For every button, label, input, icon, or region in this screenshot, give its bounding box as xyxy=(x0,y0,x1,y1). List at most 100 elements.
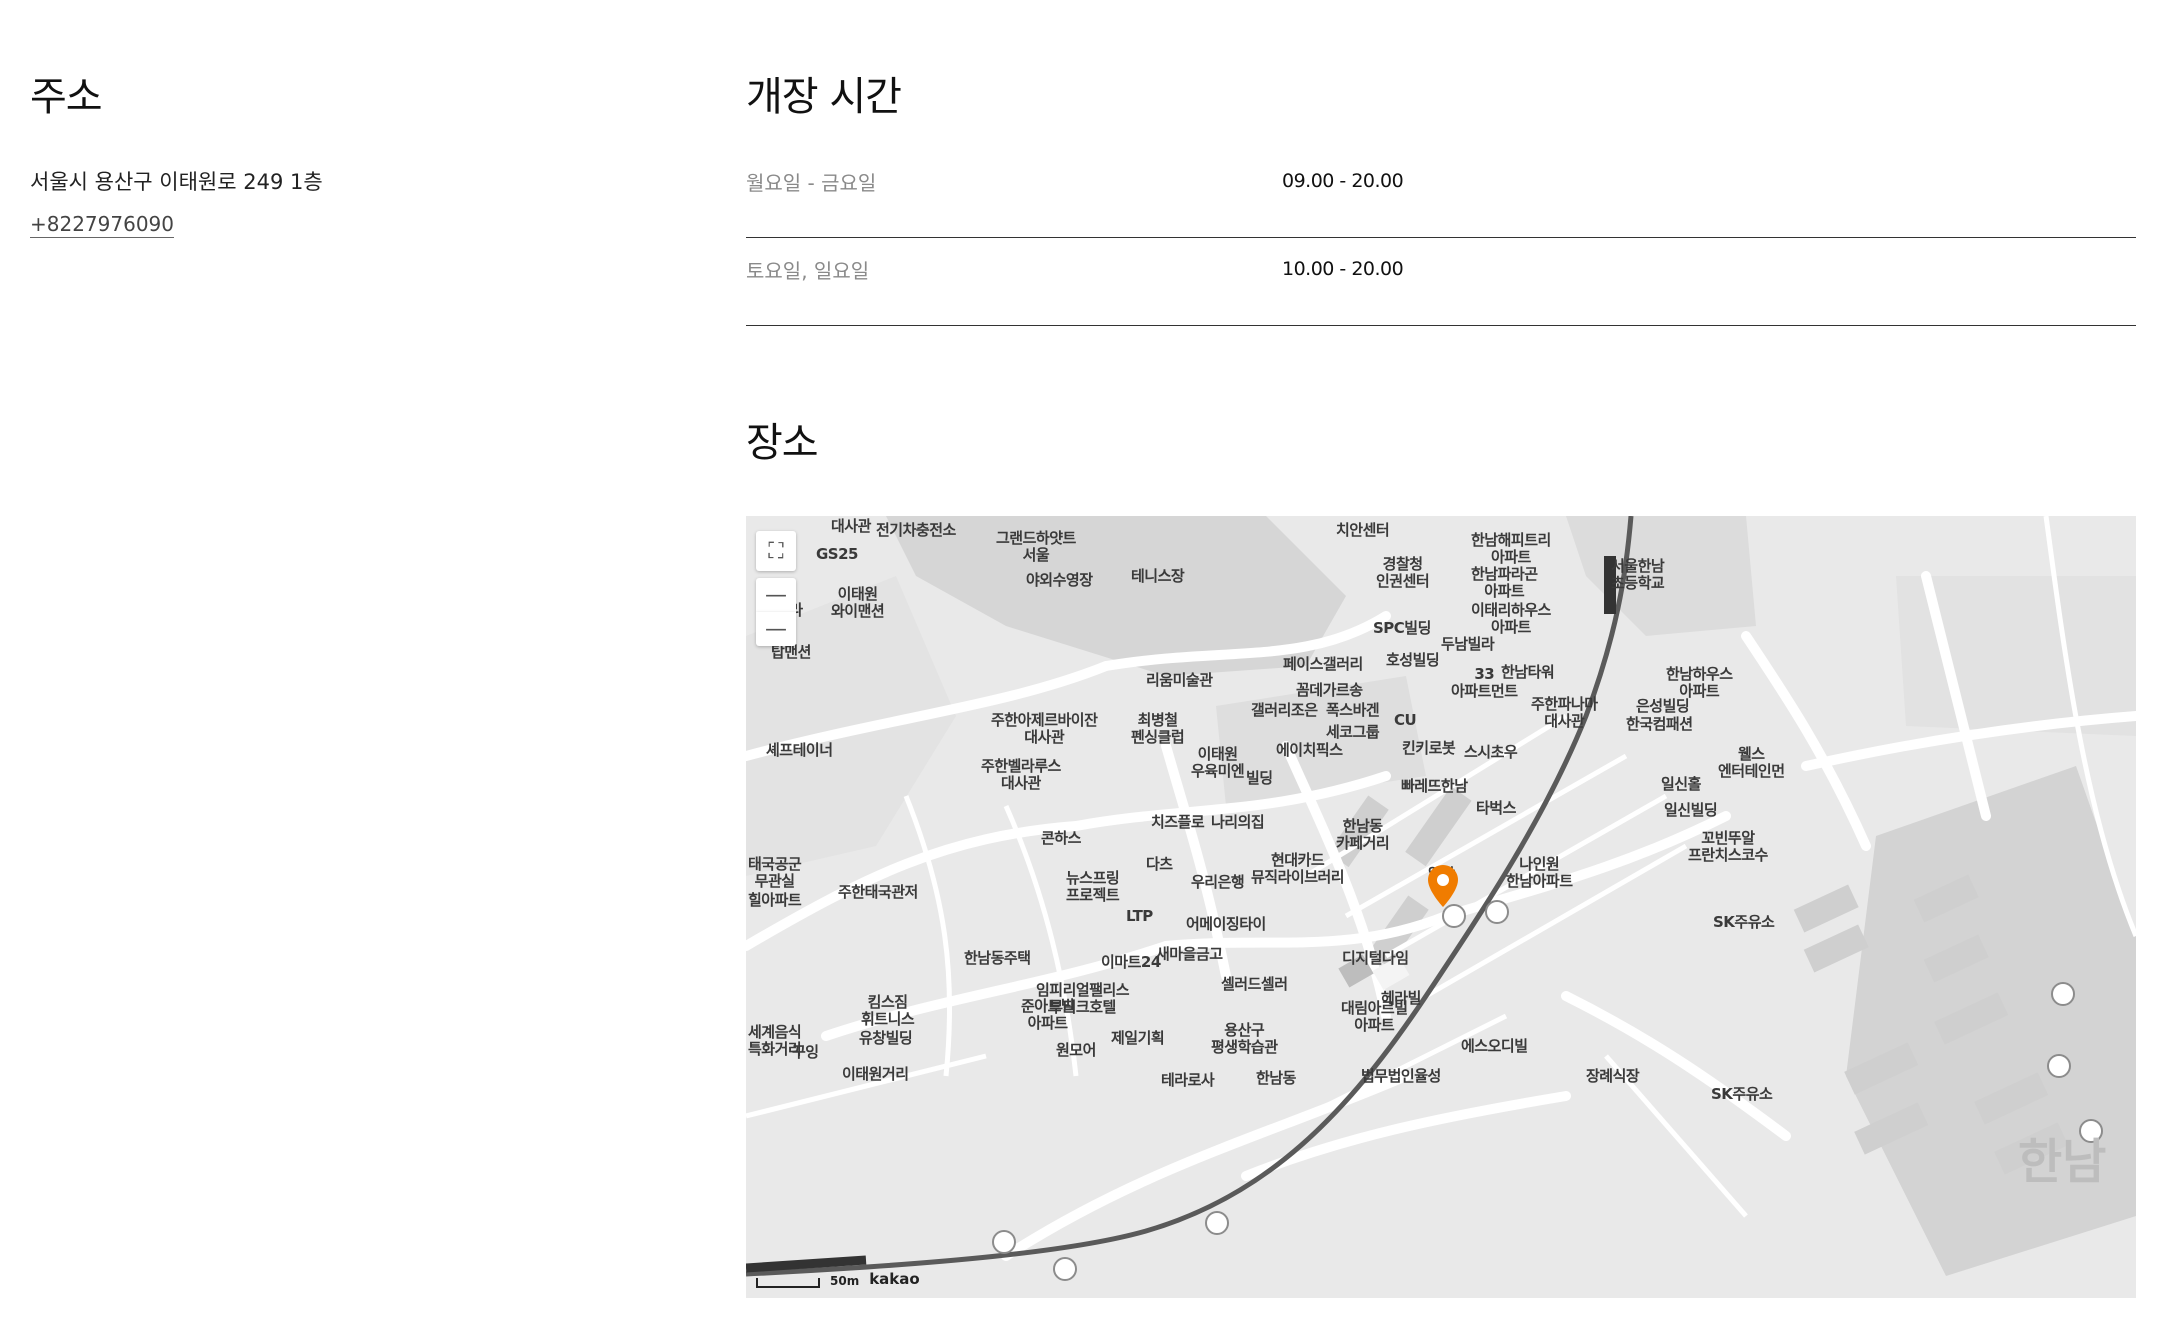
map-place-label: 이마트24 xyxy=(1101,953,1161,971)
map-place-label: 대사관 xyxy=(831,517,871,535)
map-place-label: 빠레뜨한남 xyxy=(1401,777,1468,795)
map-place-label: 한남동주택 xyxy=(964,949,1031,967)
map-scale: 50m kakao xyxy=(756,1270,920,1288)
map-place-label: LTP xyxy=(1126,907,1153,925)
map-place-label: 셀러드셀러 xyxy=(1221,975,1288,993)
map-place-label: 탑맨션 xyxy=(771,643,811,661)
zoom-out-button[interactable]: — xyxy=(756,612,796,646)
map-place-label: 타벅스 xyxy=(1476,799,1516,817)
map-place-label: 꾸잉 xyxy=(792,1043,819,1061)
map-place-label: 치즈플로 xyxy=(1151,813,1205,831)
map-place-label: 주한벨라루스 대사관 xyxy=(981,757,1061,792)
map-place-label: 한남해피트리 아파트 xyxy=(1471,531,1551,566)
address-title: 주소 xyxy=(30,74,103,120)
fullscreen-icon: ⛶ xyxy=(768,538,784,564)
map-place-label: 헤라빌 xyxy=(1381,989,1421,1007)
opening-hours-title: 개장 시간 xyxy=(746,74,902,120)
map-place-label: 서울한남 초등학교 xyxy=(1611,557,1665,592)
map-place-label: 치안센터 xyxy=(1336,521,1390,539)
place-title: 장소 xyxy=(746,420,819,466)
map-place-label: 폭스바겐 xyxy=(1326,701,1380,719)
map-place-label: 힐아파트 xyxy=(748,891,802,909)
map-place-label: 원모어 xyxy=(1056,1041,1096,1059)
location-marker-icon[interactable] xyxy=(1426,863,1460,909)
map-place-label: 유창빌딩 xyxy=(859,1029,913,1047)
map-place-label: 장례식장 xyxy=(1586,1067,1640,1085)
map-place-label: 웰스 엔터테인먼 xyxy=(1718,745,1785,780)
map-place-label: 테라로사 xyxy=(1161,1071,1215,1089)
map-place-label: 나리의집 xyxy=(1211,813,1265,831)
map-place-label: 테니스장 xyxy=(1131,567,1185,585)
map-place-label: 주한아제르바이잔 대사관 xyxy=(991,711,1098,746)
address-text: 서울시 용산구 이태원로 249 1층 xyxy=(30,170,323,194)
map-place-label: 호성빌딩 xyxy=(1386,651,1440,669)
map-place-label: 꼼데가르송 xyxy=(1296,681,1363,699)
map-place-label: 이태리하우스 아파트 xyxy=(1471,601,1551,636)
hours-day-label: 토요일, 일요일 xyxy=(746,259,870,283)
map-place-label: GS25 xyxy=(816,545,859,563)
map-place-label: SK주유소 xyxy=(1713,913,1775,931)
map-place-label: 일신홀 xyxy=(1661,775,1701,793)
map-place-label: 두남빌라 xyxy=(1441,635,1495,653)
zoom-out-icon: — xyxy=(765,616,787,642)
map-area-label: 한남 xyxy=(2018,1134,2107,1190)
hours-time-value: 09.00 - 20.00 xyxy=(1282,170,1404,192)
map-place-label: 은성빌딩 xyxy=(1636,697,1690,715)
map-place-label: 이태원거리 xyxy=(842,1065,909,1083)
fullscreen-button[interactable]: ⛶ xyxy=(756,531,796,571)
opening-hours-table: 월요일 - 금요일 09.00 - 20.00 토요일, 일요일 10.00 -… xyxy=(746,150,2136,326)
map-place-label: 준아트빌 아파트 xyxy=(1021,997,1075,1032)
hours-row-weekend: 토요일, 일요일 10.00 - 20.00 xyxy=(746,238,2136,326)
map-place-label: 한남동 카페거리 xyxy=(1336,817,1390,852)
map-place-label: 경찰청 인권센터 xyxy=(1376,555,1430,590)
map-place-label: 법무법인율성 xyxy=(1361,1067,1441,1085)
map-place-label: 주한파나마 대사관 xyxy=(1531,695,1598,730)
map-place-label: 한남하우스 아파트 xyxy=(1666,665,1733,700)
hours-row-weekday: 월요일 - 금요일 09.00 - 20.00 xyxy=(746,150,2136,238)
map-place-label: 한남동 xyxy=(1256,1069,1296,1087)
kakao-logo: kakao xyxy=(869,1270,920,1288)
map-place-label: 스시초우 xyxy=(1464,743,1518,761)
map-place-label: 꼬빈뚜알 프란치스코수 xyxy=(1688,829,1768,864)
map-place-label: CU xyxy=(1394,711,1417,729)
map-place-label: 제일기획 xyxy=(1111,1029,1165,1047)
map-place-label: 에이치픽스 xyxy=(1276,741,1343,759)
hours-day-label: 월요일 - 금요일 xyxy=(746,171,877,195)
map-place-label: 새마을금고 xyxy=(1156,945,1223,963)
map-place-label: 빌딩 xyxy=(1246,769,1273,787)
map-place-label: 콘하스 xyxy=(1041,829,1081,847)
map-place-label: SPC빌딩 xyxy=(1373,619,1431,637)
map-place-label: 용산구 평생학습관 xyxy=(1211,1021,1278,1056)
map-place-label: 셰프테이너 xyxy=(766,741,833,759)
scale-text: 50m xyxy=(830,1274,860,1288)
map-place-label: 세코그룹 xyxy=(1326,723,1380,741)
location-map[interactable]: 대사관전기차충전소그랜드하얏트서울야외수영장테니스장GS25이태원와이맨션CJ빌… xyxy=(746,516,2136,1298)
map-place-label: 이태원 우육미엔 xyxy=(1191,745,1245,780)
map-place-label: 디지털다임 xyxy=(1342,949,1409,967)
map-place-label: 현대카드 뮤직라이브러리 xyxy=(1251,851,1345,886)
map-place-label: 리움미술관 xyxy=(1146,671,1213,689)
map-place-label: 한남파라곤 아파트 xyxy=(1471,565,1538,600)
map-place-label: 야외수영장 xyxy=(1026,571,1093,589)
phone-link[interactable]: +8227976090 xyxy=(30,212,175,238)
map-place-label: 그랜드하얏트 서울 xyxy=(996,529,1076,564)
map-place-label: 일신빌딩 xyxy=(1664,801,1718,819)
hours-time-value: 10.00 - 20.00 xyxy=(1282,258,1404,280)
map-place-label: 킨키로봇 xyxy=(1402,739,1456,757)
map-place-label: 에스오디빌 xyxy=(1461,1037,1528,1055)
map-place-label: 전기차충전소 xyxy=(876,521,956,539)
map-place-label: 우리은행 xyxy=(1191,873,1245,891)
map-place-label: 이태원 와이맨션 xyxy=(831,585,885,620)
map-place-label: 킴스짐 휘트니스 xyxy=(861,993,915,1028)
map-place-label: 최병철 펜싱클럽 xyxy=(1131,711,1185,746)
map-place-label: 태국공군 무관실 xyxy=(748,855,802,890)
map-place-label: 한국컴패션 xyxy=(1626,715,1693,733)
map-place-label: 주한태국관저 xyxy=(838,883,918,901)
map-place-label: 33 아파트먼트 xyxy=(1451,665,1518,700)
map-place-label: 어메이징타이 xyxy=(1186,915,1266,933)
map-place-label: 뉴스프링 프로젝트 xyxy=(1066,869,1120,904)
scale-bar xyxy=(756,1278,820,1288)
map-place-label: 페이스갤러리 xyxy=(1283,655,1363,673)
map-place-label: 다츠 xyxy=(1146,855,1173,873)
zoom-in-button[interactable]: — xyxy=(756,578,796,612)
